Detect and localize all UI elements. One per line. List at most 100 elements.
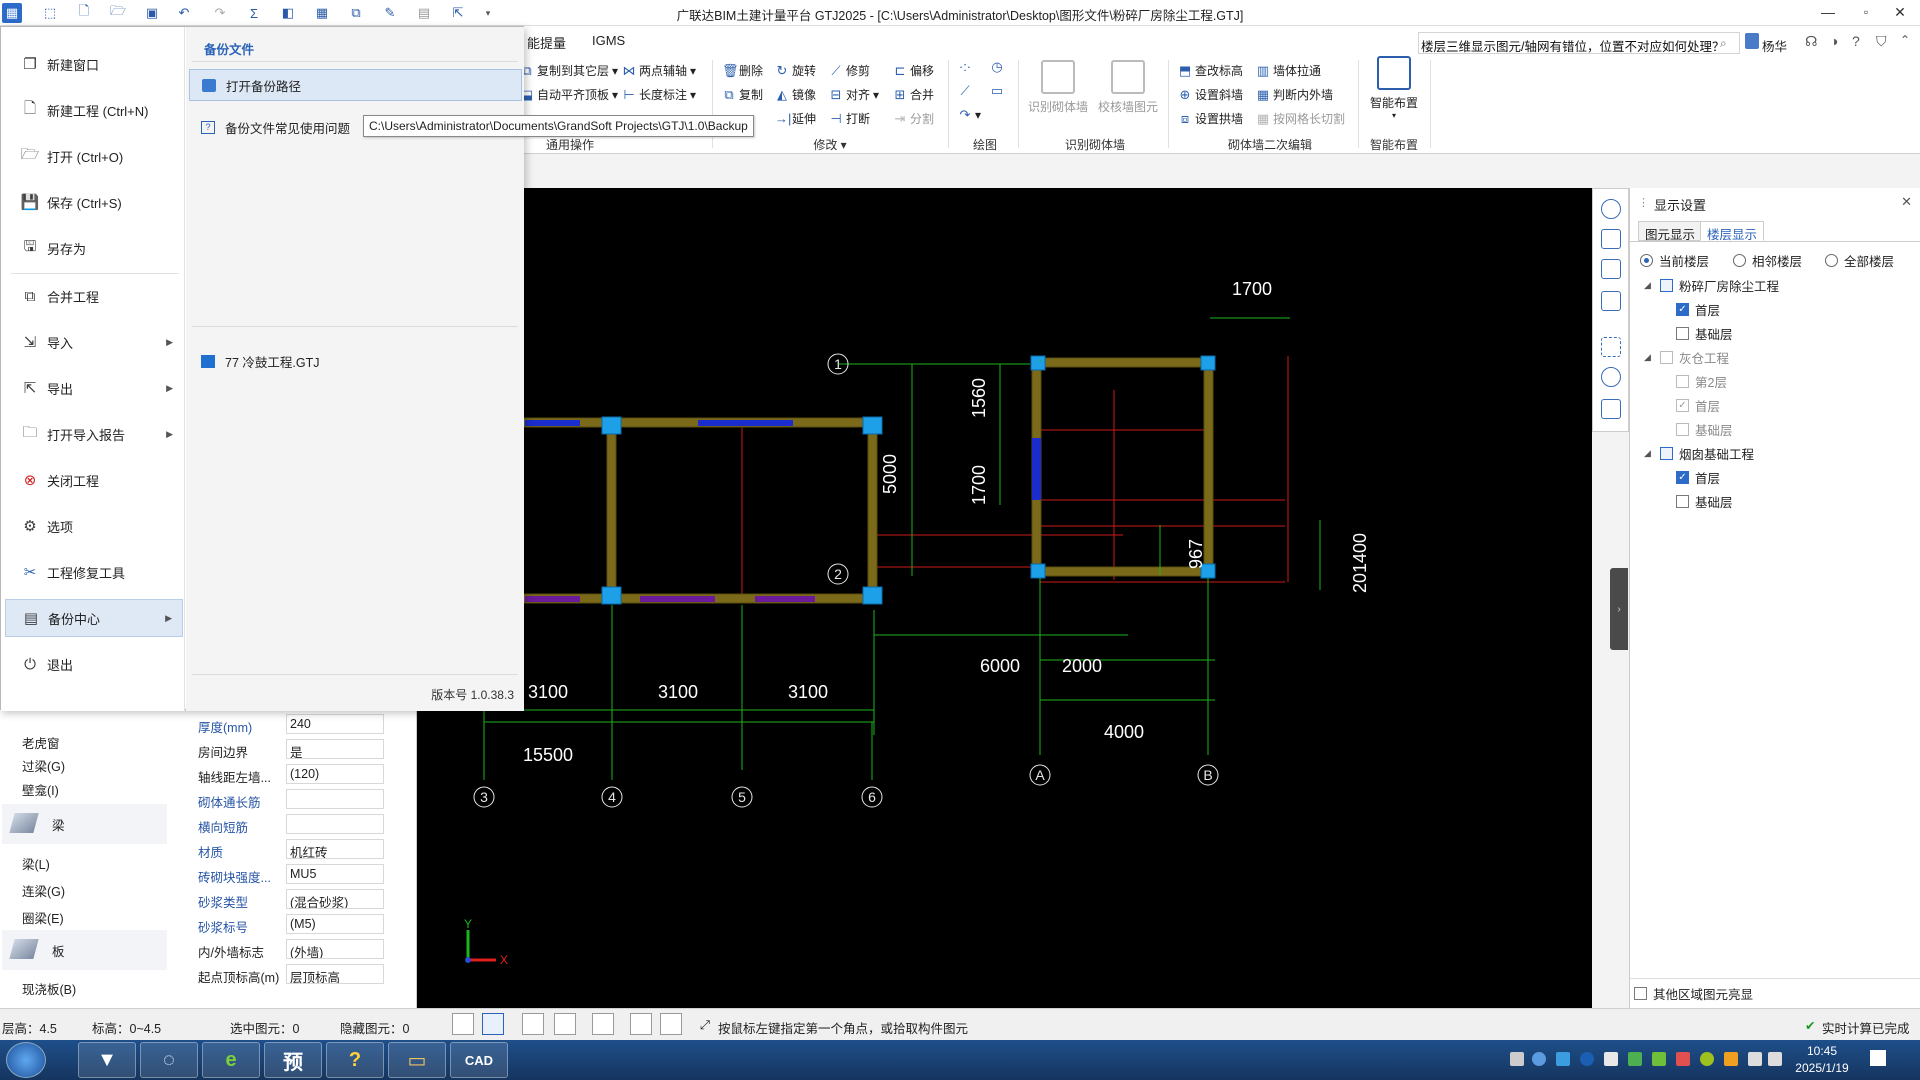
display-settings-icon[interactable]	[1601, 399, 1621, 419]
edit-elevation-button[interactable]: ⬒ 查改标高	[1178, 62, 1243, 79]
tray-app-icon[interactable]	[1556, 1052, 1570, 1066]
trim-button[interactable]: ⟋ 修剪	[829, 62, 870, 79]
tree-floor[interactable]: ✓ 首层	[1676, 300, 1720, 319]
start-button[interactable]	[6, 1042, 46, 1078]
tree-floor[interactable]: 第2层	[1676, 372, 1727, 391]
open-backup-path-item[interactable]: 打开备份路径	[189, 69, 522, 101]
checkbox[interactable]	[1676, 423, 1689, 436]
angle-icon[interactable]	[554, 1013, 576, 1035]
tree-item-niche[interactable]: 壁龛(I)	[22, 780, 59, 799]
recognize-wall-button[interactable]: 识别砌体墙	[1024, 60, 1092, 115]
tab-smart-quantity[interactable]: 能提量	[527, 33, 566, 52]
layout-icon[interactable]: ⧉	[346, 3, 366, 23]
radio-adjacent-floor[interactable]: 相邻楼层	[1733, 251, 1802, 270]
offset-input-icon[interactable]	[592, 1013, 614, 1035]
close-button[interactable]: ✕	[1880, 0, 1920, 24]
tree-item-cast-slab[interactable]: 现浇板(B)	[22, 979, 76, 998]
delete-button[interactable]: 🗑 删除	[722, 62, 763, 79]
3d-view-icon[interactable]	[1601, 229, 1621, 249]
tray-g-icon[interactable]	[1580, 1052, 1594, 1066]
taskbar-app-pre[interactable]: 预	[264, 1042, 322, 1078]
drawing-canvas[interactable]: 1 2 3 4 5 6 A B 1700 1700 1560 5000 967 …	[417, 188, 1592, 1008]
menu-merge-project[interactable]: ⧉ 合并工程	[5, 277, 183, 315]
table-icon[interactable]: ▤	[414, 3, 434, 23]
wall-extend-button[interactable]: ▥ 墙体拉通	[1256, 62, 1321, 79]
checkbox[interactable]: ✓	[1676, 471, 1689, 484]
checkbox[interactable]	[1676, 327, 1689, 340]
highlight-other-areas-checkbox[interactable]: 其他区域图元亮显	[1634, 984, 1753, 1003]
fullscreen-icon[interactable]	[1601, 337, 1621, 357]
tree-project-1[interactable]: ◢ 粉碎厂房除尘工程	[1644, 276, 1779, 295]
split-button[interactable]: ⇥ 分割	[893, 110, 934, 127]
prop-value[interactable]: (外墙)	[286, 939, 384, 959]
skin-icon[interactable]: ◑	[1830, 33, 1838, 49]
avatar[interactable]	[1745, 33, 1759, 49]
tab-igms[interactable]: IGMS	[592, 33, 625, 48]
tray-red-icon[interactable]	[1676, 1052, 1690, 1066]
taskbar-app-glodon[interactable]: ◌	[140, 1042, 198, 1078]
close-icon[interactable]: ✕	[1901, 194, 1912, 210]
break-button[interactable]: ⊣ 打断	[829, 110, 870, 127]
app-menu-icon[interactable]: ▦	[2, 3, 22, 23]
grid-icon[interactable]: ▦	[312, 3, 332, 23]
save-icon[interactable]: ▣	[142, 3, 162, 23]
help-search-input[interactable]: 楼层三维显示图元/轴网有错位，位置不对应如何处理？	[1418, 32, 1740, 54]
cube-view-icon[interactable]	[1601, 259, 1621, 279]
prop-value[interactable]: MU5	[286, 864, 384, 884]
cross-select-icon[interactable]	[522, 1013, 544, 1035]
orbit-icon[interactable]	[1601, 199, 1621, 219]
show-desktop-icon[interactable]	[1870, 1050, 1886, 1066]
merge-button[interactable]: ⊞ 合并	[893, 86, 934, 103]
category-slab[interactable]: 板	[2, 930, 167, 970]
taskbar-app-gtj[interactable]: ▼	[78, 1042, 136, 1078]
check-wall-button[interactable]: 校核墙图元	[1094, 60, 1162, 115]
menu-new-project[interactable]: 🗋 新建工程 (Ctrl+N)	[5, 91, 183, 129]
tray-orange-icon[interactable]	[1724, 1052, 1738, 1066]
length-dimension-button[interactable]: ⊢ 长度标注 ▾	[622, 86, 696, 103]
menu-import[interactable]: ⇲ 导入 ▶	[5, 323, 183, 361]
auto-align-slab-button[interactable]: ⬓ 自动平齐顶板 ▾	[520, 86, 618, 103]
taskbar-app-browser[interactable]: e	[202, 1042, 260, 1078]
menu-save[interactable]: 💾 保存 (Ctrl+S)	[5, 183, 183, 221]
tree-floor[interactable]: 基础层	[1676, 492, 1733, 511]
search-icon[interactable]: ⌕	[1720, 36, 1727, 51]
arch-wall-button[interactable]: ⧈ 设置拱墙	[1178, 110, 1243, 127]
volume-icon[interactable]	[1768, 1052, 1782, 1066]
customize-icon[interactable]: ▾	[478, 3, 498, 23]
taskbar-app-explorer[interactable]: ▭	[388, 1042, 446, 1078]
copy-button[interactable]: ⧉ 复制	[722, 86, 763, 103]
sum-icon[interactable]: Σ	[244, 3, 264, 23]
collapse-ribbon-icon[interactable]: ⌃	[1900, 33, 1910, 47]
tree-floor[interactable]: 基础层	[1676, 324, 1733, 343]
settings-view-icon[interactable]	[1601, 367, 1621, 387]
menu-exit[interactable]: ⏻ 退出	[5, 645, 183, 683]
clock[interactable]: 10:45 2025/1/19	[1782, 1043, 1862, 1077]
rotate-button[interactable]: ↻ 旋转	[775, 62, 816, 79]
copy-to-floor-button[interactable]: ⧉ 复制到其它层 ▾	[520, 62, 618, 79]
checkbox[interactable]	[1634, 987, 1647, 1000]
tray-green-icon[interactable]	[1628, 1052, 1642, 1066]
open-folder-icon[interactable]: 🗁	[108, 3, 128, 23]
tree-item-ring-beam[interactable]: 圈梁(E)	[22, 908, 64, 927]
new-file-icon[interactable]: 🗋	[74, 3, 94, 23]
select-icon[interactable]: ⬚	[40, 3, 60, 23]
view-cube-icon[interactable]	[1601, 291, 1621, 311]
prop-value[interactable]: 是	[286, 739, 384, 759]
minimize-button[interactable]: —	[1808, 0, 1848, 24]
recent-file-item[interactable]: 77 冷鼓工程.GTJ	[189, 345, 522, 377]
tree-item-dormer[interactable]: 老虎窗	[22, 733, 60, 752]
tree-floor[interactable]: 基础层	[1676, 420, 1733, 439]
network-icon[interactable]	[1748, 1052, 1762, 1066]
checkbox[interactable]	[1660, 447, 1673, 460]
user-name[interactable]: 杨华	[1762, 36, 1787, 55]
checkbox[interactable]	[1676, 495, 1689, 508]
tray-s-icon[interactable]	[1604, 1052, 1618, 1066]
prop-value[interactable]	[286, 814, 384, 834]
prop-value[interactable]: 层顶标高	[286, 964, 384, 984]
mirror-button[interactable]: ◭ 镜像	[775, 86, 816, 103]
tree-project-2[interactable]: ◢ 灰仓工程	[1644, 348, 1729, 367]
undo-icon[interactable]: ↶	[174, 3, 194, 23]
tree-project-3[interactable]: ◢ 烟囱基础工程	[1644, 444, 1754, 463]
menu-open[interactable]: 🗁 打开 (Ctrl+O)	[5, 137, 183, 175]
prop-value[interactable]: 机红砖	[286, 839, 384, 859]
